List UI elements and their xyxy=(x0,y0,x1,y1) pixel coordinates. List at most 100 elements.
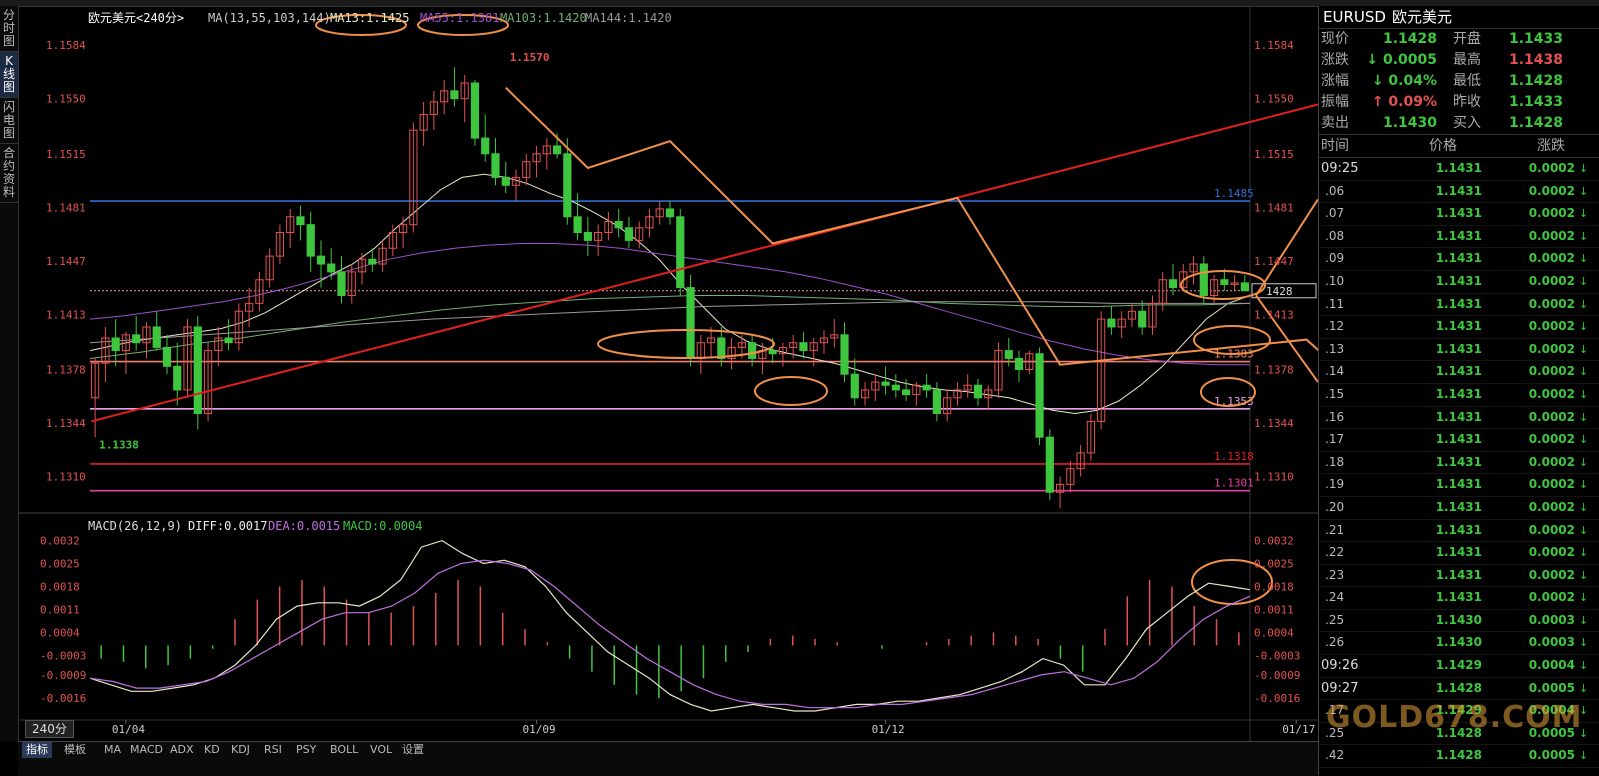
tab-adx[interactable]: ADX xyxy=(170,742,194,758)
tick-time: .16 xyxy=(1325,409,1345,424)
period-tag[interactable]: 240分 xyxy=(25,720,74,738)
down-arrow-icon: ↓ xyxy=(1579,749,1589,763)
down-arrow-icon: ↓ xyxy=(1579,274,1589,288)
macd-axis-label-right: -0.0003 xyxy=(1254,649,1300,662)
tick-change: 0.0002 xyxy=(1528,364,1575,379)
tick-row: 09:25 1.1431 0.0002 ↓ xyxy=(1319,158,1599,181)
macd-axis-label-left: 0.0025 xyxy=(40,558,80,571)
tab-vol[interactable]: VOL xyxy=(370,742,392,758)
tick-time: .42 xyxy=(1325,748,1345,763)
tick-time: .17 xyxy=(1325,432,1345,447)
down-arrow-icon: ↓ xyxy=(1579,478,1589,492)
candle-body xyxy=(470,82,480,139)
macd-axis-label-left: -0.0003 xyxy=(40,649,86,662)
candle-body xyxy=(1014,357,1024,370)
header-time: 时间 xyxy=(1321,138,1349,154)
price-axis-label-right: 1.1413 xyxy=(1254,308,1294,321)
tick-change: 0.0002 xyxy=(1528,341,1575,356)
tab-ma[interactable]: MA xyxy=(104,742,121,758)
down-arrow-icon: ↓ xyxy=(1579,568,1589,582)
highlight-circle xyxy=(754,376,828,406)
level-label: 1.1301 xyxy=(1214,477,1254,490)
level-label: 1.1485 xyxy=(1214,187,1254,200)
tab-kdj[interactable]: KDJ xyxy=(231,742,250,758)
price-axis-label-right: 1.1310 xyxy=(1254,471,1294,484)
tab-timeshare-chart[interactable]: 分时图 xyxy=(0,6,18,52)
tab-templates[interactable]: 模板 xyxy=(64,742,86,758)
tick-row: .21 1.1431 0.0002 ↓ xyxy=(1319,520,1599,543)
kline-chart-area[interactable]: 1.14851.13831.13531.13181.13011428 1.157… xyxy=(18,6,1318,741)
tick-price: 1.1431 xyxy=(1435,499,1482,514)
tab-boll[interactable]: BOLL xyxy=(330,742,358,758)
gold678-watermark-logo: GOLD678.COM xyxy=(1326,700,1583,735)
candle-body xyxy=(1035,353,1044,438)
quote-value: 1.1433 xyxy=(1508,94,1563,110)
quote-row: 现价 1.1428 开盘 1.1433 xyxy=(1319,29,1599,50)
tick-price: 1.1429 xyxy=(1435,658,1482,673)
tab-rsi[interactable]: RSI xyxy=(264,742,282,758)
candle-body xyxy=(686,287,695,359)
tick-time: .08 xyxy=(1325,228,1345,243)
price-axis-label-right: 1.1550 xyxy=(1254,93,1294,106)
macd-diff-line xyxy=(89,539,1251,712)
tab-kd[interactable]: KD xyxy=(204,742,220,758)
quote-label: 最低 xyxy=(1453,73,1481,89)
candle-body xyxy=(717,337,726,359)
candle-body xyxy=(152,326,161,348)
orange-zigzag-path xyxy=(505,86,1318,366)
down-arrow-icon: ↓ xyxy=(1579,523,1589,537)
candle-body xyxy=(583,232,592,241)
header-price: 价格 xyxy=(1429,138,1457,154)
down-arrow-icon: ↓ xyxy=(1579,162,1589,175)
date-axis-label: 01/09 xyxy=(523,723,556,736)
tab-macd[interactable]: MACD xyxy=(130,742,163,758)
tick-row: .10 1.1431 0.0002 ↓ xyxy=(1319,271,1599,294)
price-axis-label-left: 1.1584 xyxy=(46,39,86,52)
level-label: 1.1318 xyxy=(1214,450,1254,463)
tick-time: .10 xyxy=(1325,273,1345,288)
quote-summary: 现价 1.1428 开盘 1.1433 涨跌 ↓ 0.0005 最高 1.1438 涨幅 ↓ 0.… xyxy=(1319,29,1599,134)
down-arrow-icon: ↓ xyxy=(1579,659,1589,673)
tick-change: 0.0002 xyxy=(1528,206,1575,221)
down-arrow-icon: ↓ xyxy=(1579,636,1589,650)
candle-body xyxy=(614,220,623,229)
tick-time: .23 xyxy=(1325,567,1345,582)
quote-symbol: EURUSD xyxy=(1323,8,1386,26)
quote-label: 开盘 xyxy=(1453,31,1481,47)
tab-k-line-chart[interactable]: K线图 xyxy=(0,52,18,98)
tab-indicators[interactable]: 指标 xyxy=(22,742,52,758)
candle-body xyxy=(850,373,859,399)
price-axis-label-left: 1.1310 xyxy=(46,471,86,484)
candle-body xyxy=(748,342,757,359)
macd-diff: DIFF:0.0017 xyxy=(188,519,267,533)
candle-body xyxy=(932,389,941,415)
tick-time: .24 xyxy=(1325,590,1345,605)
tick-change: 0.0002 xyxy=(1528,228,1575,243)
down-arrow-icon: ↓ xyxy=(1579,546,1589,560)
tick-price: 1.1431 xyxy=(1435,161,1482,175)
candle-body xyxy=(1240,282,1249,292)
tick-time: .06 xyxy=(1325,183,1345,198)
tick-price: 1.1431 xyxy=(1435,319,1482,334)
current-price-label: 1428 xyxy=(1266,285,1293,298)
price-axis-label-right: 1.1344 xyxy=(1254,417,1294,430)
tick-row: .06 1.1431 0.0002 ↓ xyxy=(1319,181,1599,204)
down-arrow-icon: ↓ xyxy=(1579,342,1589,356)
macd-axis-label-right: -0.0016 xyxy=(1254,692,1300,705)
tab-settings[interactable]: 设置 xyxy=(402,742,424,758)
axis-labels: 1.1584 1.1584 1.1550 1.1550 1.1515 1.1515 1.14… xyxy=(40,39,1315,736)
candle-body xyxy=(676,216,685,289)
date-axis-label: 01/04 xyxy=(112,723,145,736)
candle-body xyxy=(111,337,120,352)
tick-row: .08 1.1431 0.0002 ↓ xyxy=(1319,226,1599,249)
tick-row: .23 1.1431 0.0002 ↓ xyxy=(1319,565,1599,588)
down-arrow-icon: ↓ xyxy=(1579,320,1589,334)
tab-psy[interactable]: PSY xyxy=(296,742,316,758)
down-arrow-icon: ↓ xyxy=(1579,387,1589,401)
down-arrow-icon: ↓ xyxy=(1579,365,1589,379)
macd-panel xyxy=(89,539,1251,712)
tab-flash-chart[interactable]: 闪电图 xyxy=(0,98,18,144)
tab-contract-info[interactable]: 合约资料 xyxy=(0,144,18,203)
tick-change: 0.0002 xyxy=(1528,545,1575,560)
quote-label: 卖出 xyxy=(1321,115,1349,131)
